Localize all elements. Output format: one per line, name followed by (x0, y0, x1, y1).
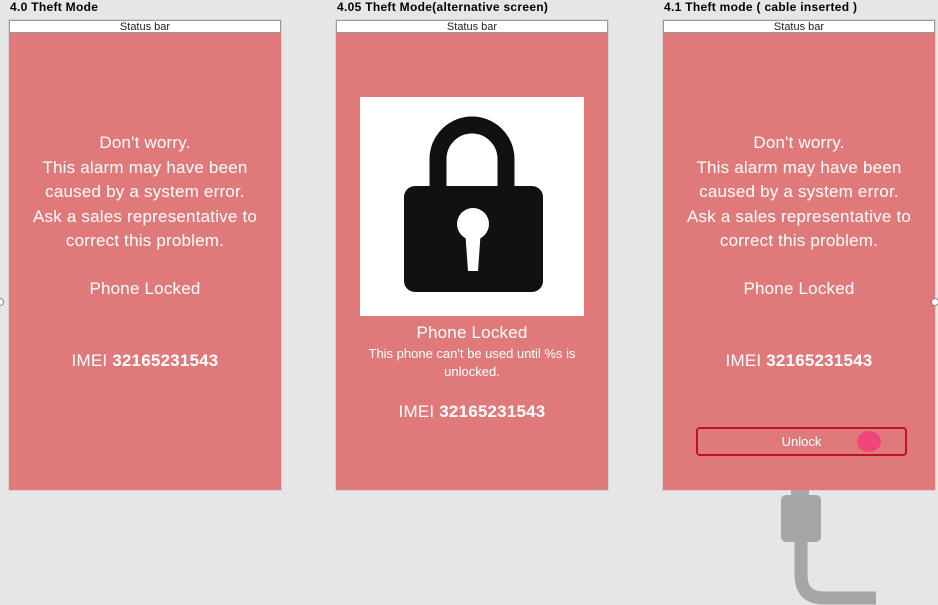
edge-marker (0, 298, 4, 306)
imei-row: IMEI 32165231543 (663, 351, 935, 371)
message-line: caused by a system error. (45, 182, 245, 201)
message-line: Ask a sales representative to (32, 206, 258, 226)
phone-screen-theft-mode: Status bar Don't worry. This alarm may h… (9, 20, 281, 490)
phone-screen-theft-mode-alternative: Status bar Phone Locked This phone can't… (336, 20, 608, 490)
imei-number: 32165231543 (766, 351, 873, 370)
message-line: correct this problem. (719, 231, 879, 250)
phone-locked-subtext: This phone can't be used until %s is unl… (346, 345, 598, 381)
imei-number: 32165231543 (439, 402, 546, 421)
unlock-slider-knob[interactable] (857, 431, 881, 452)
status-bar: Status bar (663, 20, 935, 33)
padlock-icon (404, 116, 543, 292)
usb-cable-icon (781, 490, 876, 605)
phone-screen-theft-mode-cable: Status bar Don't worry. This alarm may h… (663, 20, 935, 490)
message-line: Don't worry. (99, 133, 191, 152)
message-line: Ask a sales representative to (686, 206, 912, 226)
frame-title-theft-mode: 4.0 Theft Mode (10, 0, 99, 14)
imei-row: IMEI 32165231543 (336, 402, 608, 422)
frame-title-theft-mode-alternative: 4.05 Theft Mode(alternative screen) (337, 0, 549, 14)
message-line: correct this problem. (65, 231, 225, 250)
alarm-message: Don't worry. This alarm may have been ca… (9, 131, 281, 254)
status-bar: Status bar (336, 20, 608, 33)
imei-label: IMEI (725, 351, 762, 370)
phone-locked-label: Phone Locked (416, 323, 528, 342)
edge-marker (931, 298, 938, 306)
subtext-line: unlocked. (444, 364, 500, 379)
phone-locked-label: Phone Locked (89, 279, 201, 298)
lock-image (360, 97, 584, 316)
frame-title-theft-mode-cable: 4.1 Theft mode ( cable inserted ) (664, 0, 858, 14)
storyboard-canvas: 4.0 Theft Mode Status bar Don't worry. T… (0, 0, 938, 605)
message-line: This alarm may have been (42, 157, 248, 177)
phone-locked-label: Phone Locked (743, 279, 855, 298)
unlock-button[interactable]: Unlock (696, 427, 907, 456)
message-line: This alarm may have been (696, 157, 902, 177)
message-line: caused by a system error. (699, 182, 899, 201)
subtext-line: This phone can't be used until %s is (368, 346, 576, 361)
imei-row: IMEI 32165231543 (9, 351, 281, 371)
status-bar: Status bar (9, 20, 281, 33)
imei-label: IMEI (398, 402, 435, 421)
imei-label: IMEI (71, 351, 108, 370)
alarm-message: Don't worry. This alarm may have been ca… (663, 131, 935, 254)
message-line: Don't worry. (753, 133, 845, 152)
imei-number: 32165231543 (112, 351, 219, 370)
